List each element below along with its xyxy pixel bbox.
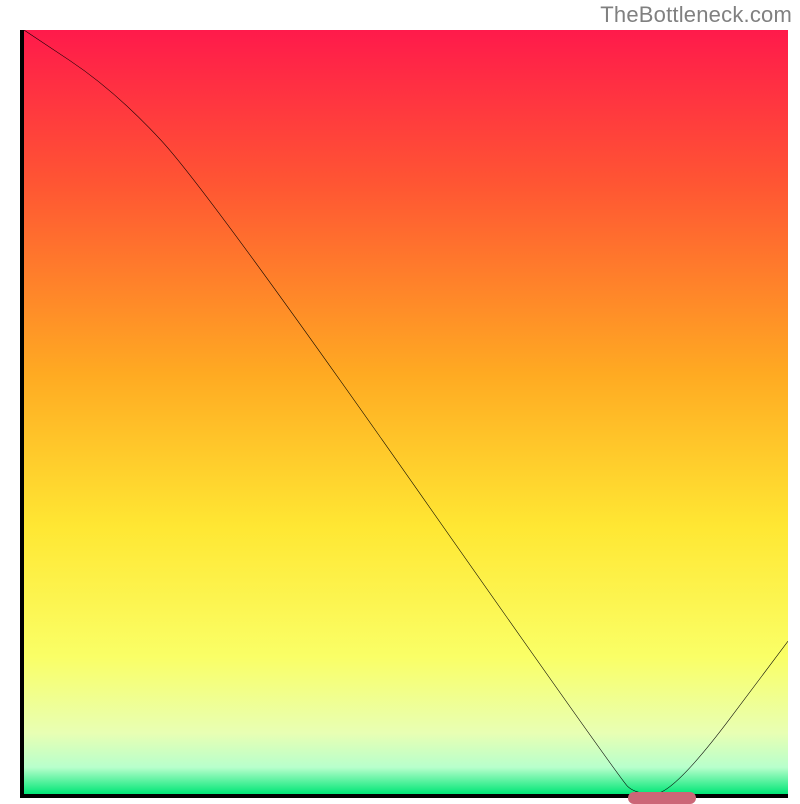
watermark-text: TheBottleneck.com	[600, 2, 792, 28]
plot-area	[20, 30, 788, 798]
heat-gradient-background	[24, 30, 788, 794]
chart-root: TheBottleneck.com	[0, 0, 800, 800]
optimal-range-marker	[628, 792, 697, 804]
